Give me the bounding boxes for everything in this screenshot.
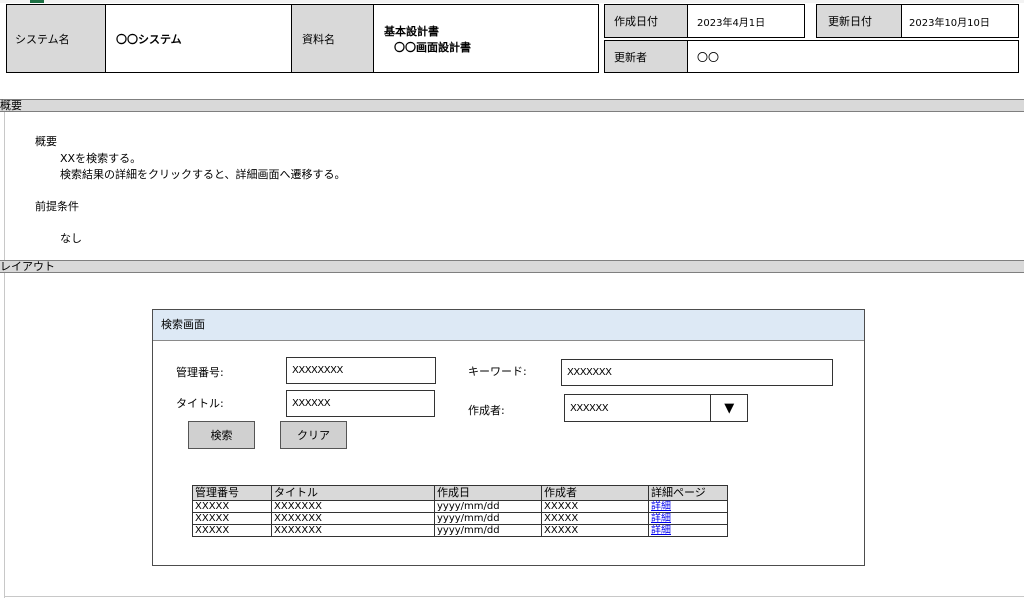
doc-name-line1: 基本設計書	[384, 24, 439, 38]
cell-title: XXXXXXX	[271, 512, 435, 525]
col-header-mgmt-no: 管理番号	[192, 485, 272, 501]
created-date-value-cell: 2023年4月1日	[687, 4, 805, 38]
cell-detail: 詳細	[648, 500, 728, 513]
author-select[interactable]: XXXXXX ▼	[564, 394, 748, 422]
overview-section-title: 概要	[0, 99, 22, 112]
table-row: XXXXX XXXXXXX yyyy/mm/dd XXXXX 詳細	[192, 500, 728, 513]
cell-author: XXXXX	[541, 512, 649, 525]
precondition-value: なし	[60, 232, 82, 245]
updated-date-label: 更新日付	[828, 15, 872, 28]
updater-label: 更新者	[614, 50, 647, 64]
title-input[interactable]: XXXXXX	[286, 390, 435, 417]
cell-created: yyyy/mm/dd	[434, 500, 542, 513]
clear-button[interactable]: クリア	[280, 421, 347, 449]
table-row: XXXXX XXXXXXX yyyy/mm/dd XXXXX 詳細	[192, 524, 728, 537]
overview-body-border	[4, 112, 5, 260]
title-label: タイトル:	[176, 397, 224, 410]
sheet-bottom-edge	[4, 596, 1024, 597]
chevron-down-icon[interactable]: ▼	[710, 395, 747, 421]
overview-line-1: XXを検索する。	[60, 152, 142, 165]
results-table: 管理番号 タイトル 作成日 作成者 詳細ページ XXXXX XXXXXXX yy…	[192, 485, 728, 537]
cell-mgmt-no: XXXXX	[192, 512, 272, 525]
mgmt-no-input[interactable]: XXXXXXXX	[286, 357, 436, 384]
cell-title: XXXXXXX	[271, 500, 435, 513]
updated-date-label-cell: 更新日付	[816, 4, 902, 38]
col-header-detail: 詳細ページ	[648, 485, 728, 501]
cell-created: yyyy/mm/dd	[434, 524, 542, 537]
created-date-label: 作成日付	[614, 15, 658, 28]
doc-name-value-cell: 基本設計書 〇〇画面設計書	[373, 4, 599, 73]
created-date-label-cell: 作成日付	[604, 4, 688, 38]
col-header-author: 作成者	[541, 485, 649, 501]
system-name-label: システム名	[15, 32, 70, 46]
overview-heading: 概要	[35, 135, 57, 148]
system-name-label-cell: システム名	[6, 4, 106, 73]
updated-date-value: 2023年10月10日	[909, 17, 990, 29]
cell-mgmt-no: XXXXX	[192, 500, 272, 513]
col-header-title: タイトル	[271, 485, 435, 501]
table-row: XXXXX XXXXXXX yyyy/mm/dd XXXXX 詳細	[192, 512, 728, 525]
cell-detail: 詳細	[648, 512, 728, 525]
updater-value-cell: 〇〇	[687, 40, 1019, 73]
updated-date-value-cell: 2023年10月10日	[901, 4, 1019, 38]
results-table-wrapper: 管理番号 タイトル 作成日 作成者 詳細ページ XXXXX XXXXXXX yy…	[192, 485, 728, 537]
cell-title: XXXXXXX	[271, 524, 435, 537]
search-button[interactable]: 検索	[188, 421, 255, 449]
cell-mgmt-no: XXXXX	[192, 524, 272, 537]
updater-label-cell: 更新者	[604, 40, 688, 73]
search-screen-title: 検索画面	[153, 310, 864, 341]
detail-link[interactable]: 詳細	[651, 501, 671, 512]
mgmt-no-label: 管理番号:	[176, 366, 224, 379]
layout-section-title: レイアウト	[0, 260, 55, 273]
sheet-top-edge	[0, 0, 1024, 3]
keyword-label: キーワード:	[468, 365, 527, 378]
cell-author: XXXXX	[541, 524, 649, 537]
doc-name-line2: 〇〇画面設計書	[394, 40, 471, 54]
system-name-value-cell: 〇〇システム	[105, 4, 292, 73]
created-date-value: 2023年4月1日	[697, 17, 766, 29]
overview-line-2: 検索結果の詳細をクリックすると、詳細画面へ遷移する。	[60, 168, 346, 181]
col-header-created: 作成日	[434, 485, 542, 501]
selected-cell-marker	[30, 0, 44, 3]
detail-link[interactable]: 詳細	[651, 525, 671, 536]
doc-name-label: 資料名	[302, 32, 335, 46]
precondition-heading: 前提条件	[35, 200, 79, 213]
layout-section-bar: レイアウト	[0, 260, 1024, 273]
updater-value: 〇〇	[697, 50, 719, 64]
cell-created: yyyy/mm/dd	[434, 512, 542, 525]
results-header-row: 管理番号 タイトル 作成日 作成者 詳細ページ	[192, 485, 728, 501]
doc-name-label-cell: 資料名	[291, 4, 374, 73]
detail-link[interactable]: 詳細	[651, 513, 671, 524]
author-select-value: XXXXXX	[570, 402, 609, 414]
cell-author: XXXXX	[541, 500, 649, 513]
overview-section-bar: 概要	[0, 99, 1024, 112]
keyword-input[interactable]: XXXXXXX	[561, 359, 833, 386]
author-label: 作成者:	[468, 404, 505, 417]
cell-detail: 詳細	[648, 524, 728, 537]
system-name-value: 〇〇システム	[116, 32, 182, 46]
layout-body-border	[4, 273, 5, 598]
